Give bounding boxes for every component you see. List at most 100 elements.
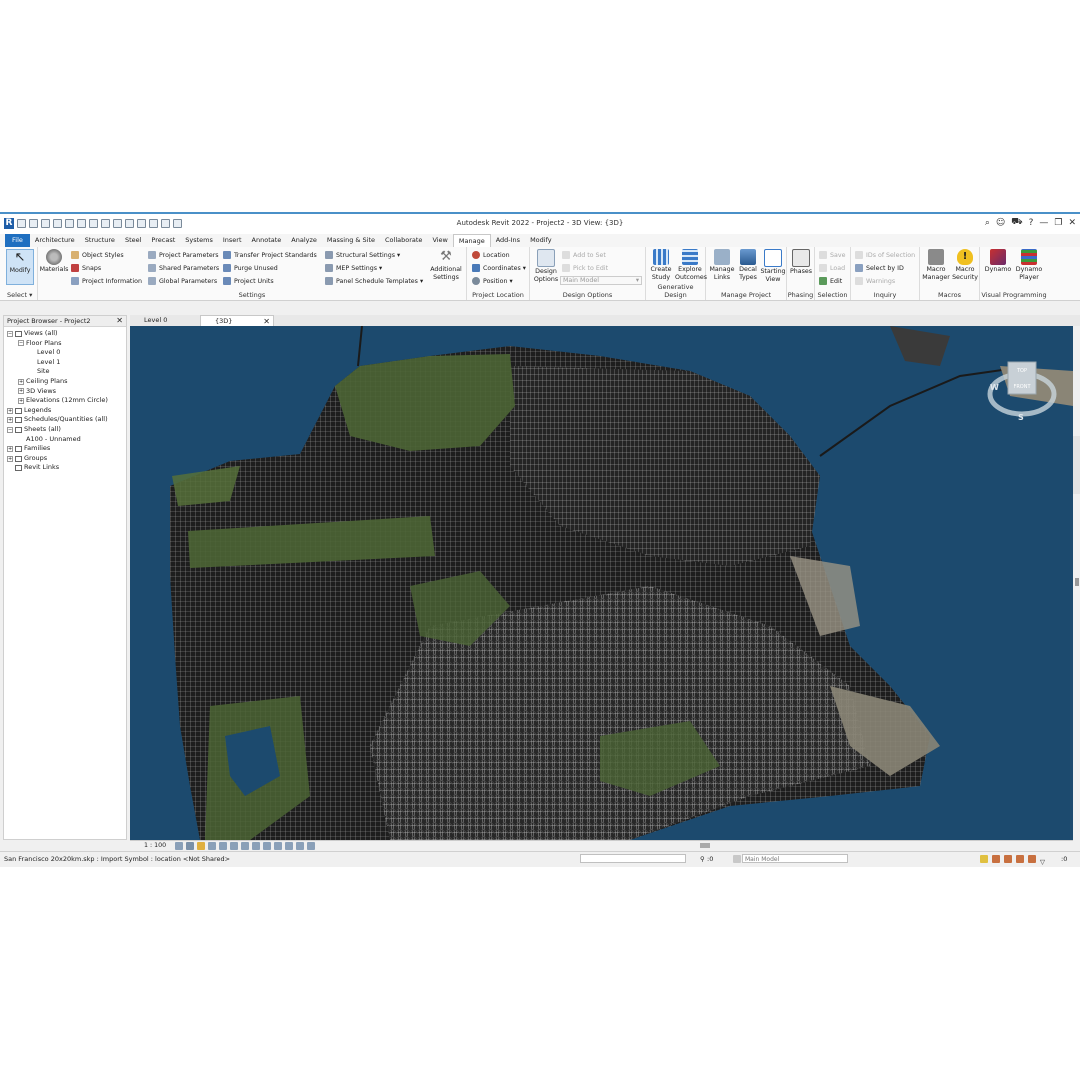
- render-icon[interactable]: [219, 842, 227, 850]
- additional-settings-button[interactable]: ⚒ Additional Settings: [428, 249, 464, 282]
- warnings-button[interactable]: Warnings: [855, 277, 895, 285]
- project-parameters-button[interactable]: Project Parameters: [148, 251, 219, 259]
- tab-collaborate[interactable]: Collaborate: [380, 234, 427, 247]
- tab-architecture[interactable]: Architecture: [30, 234, 80, 247]
- shared-parameters-button[interactable]: Shared Parameters: [148, 264, 219, 272]
- select-underlay-icon[interactable]: [992, 855, 1000, 863]
- filter-icon[interactable]: ▽: [1040, 855, 1045, 869]
- macro-security-button[interactable]: ! Macro Security: [951, 249, 979, 282]
- tree-item[interactable]: − Floor Plans: [4, 339, 126, 349]
- minimize-icon[interactable]: —: [1039, 218, 1048, 228]
- select-by-face-icon[interactable]: [1016, 855, 1024, 863]
- ids-of-selection-button[interactable]: IDs of Selection: [855, 251, 915, 259]
- panel-schedule-templates-button[interactable]: Panel Schedule Templates ▾: [325, 277, 423, 285]
- reveal-hidden-icon[interactable]: [274, 842, 282, 850]
- tab-systems[interactable]: Systems: [180, 234, 218, 247]
- view-scale[interactable]: 1 : 100: [144, 841, 166, 851]
- location-button[interactable]: Location: [472, 251, 510, 259]
- drag-elements-icon[interactable]: [1028, 855, 1036, 863]
- global-parameters-button[interactable]: Global Parameters: [148, 277, 217, 285]
- tree-item[interactable]: Level 1: [4, 358, 126, 368]
- sun-path-icon[interactable]: [197, 842, 205, 850]
- select-by-id-button[interactable]: Select by ID: [855, 264, 904, 272]
- tab-precast[interactable]: Precast: [146, 234, 180, 247]
- tree-item[interactable]: A100 - Unnamed: [4, 435, 126, 445]
- select-pinned-icon[interactable]: [1004, 855, 1012, 863]
- help-icon[interactable]: ?: [1029, 218, 1034, 228]
- tab-analyze[interactable]: Analyze: [286, 234, 322, 247]
- dynamo-button[interactable]: Dynamo: [983, 249, 1013, 274]
- collapse-icon[interactable]: −: [7, 426, 13, 433]
- position-button[interactable]: Position ▾: [472, 277, 513, 285]
- close-icon[interactable]: ✕: [1068, 218, 1076, 228]
- expand-icon[interactable]: +: [7, 417, 13, 424]
- expand-icon[interactable]: +: [18, 397, 24, 404]
- tab-structure[interactable]: Structure: [80, 234, 120, 247]
- crop-view-icon[interactable]: [230, 842, 238, 850]
- expand-icon[interactable]: +: [7, 445, 13, 452]
- horizontal-scroll-thumb[interactable]: [700, 843, 710, 848]
- highlight-displacement-icon[interactable]: [296, 842, 304, 850]
- materials-button[interactable]: Materials: [39, 249, 69, 274]
- tab-view[interactable]: View: [427, 234, 452, 247]
- tree-item[interactable]: + Legends: [4, 406, 126, 416]
- temp-hide-icon[interactable]: [263, 842, 271, 850]
- tree-item[interactable]: + Elevations (12mm Circle): [4, 396, 126, 406]
- object-styles-button[interactable]: Object Styles: [71, 251, 124, 259]
- expand-icon[interactable]: +: [7, 455, 13, 462]
- modify-button[interactable]: ↖ Modify: [6, 249, 34, 285]
- phases-button[interactable]: Phases: [788, 249, 814, 276]
- tree-item[interactable]: + Ceiling Plans: [4, 377, 126, 387]
- snaps-button[interactable]: Snaps: [71, 264, 101, 272]
- tree-item[interactable]: − Views (all): [4, 329, 126, 339]
- add-to-set-button[interactable]: Add to Set: [562, 251, 606, 259]
- tab-massing-site[interactable]: Massing & Site: [322, 234, 380, 247]
- user-icon[interactable]: ☺: [996, 218, 1005, 228]
- workset-icon[interactable]: [568, 852, 576, 860]
- shadows-icon[interactable]: [208, 842, 216, 850]
- reveal-constraints-icon[interactable]: [307, 842, 315, 850]
- tab-add-ins[interactable]: Add-Ins: [491, 234, 525, 247]
- collapse-icon[interactable]: −: [7, 330, 13, 337]
- tree-item[interactable]: Site: [4, 367, 126, 377]
- starting-view-button[interactable]: Starting View: [760, 249, 786, 284]
- show-crop-icon[interactable]: [241, 842, 249, 850]
- restore-icon[interactable]: ❐: [1054, 218, 1062, 228]
- expand-icon[interactable]: +: [18, 378, 24, 385]
- tab-annotate[interactable]: Annotate: [247, 234, 287, 247]
- vertical-scroll-thumb[interactable]: [1075, 578, 1079, 586]
- tree-item[interactable]: + Groups: [4, 454, 126, 464]
- detail-level-icon[interactable]: [175, 842, 183, 850]
- expand-icon[interactable]: +: [18, 388, 24, 395]
- load-selection-button[interactable]: Load: [819, 264, 845, 272]
- expand-icon[interactable]: +: [7, 407, 13, 414]
- tab-insert[interactable]: Insert: [218, 234, 247, 247]
- view-tab-level-0[interactable]: Level 0: [130, 315, 200, 326]
- manage-links-button[interactable]: Manage Links: [708, 249, 736, 282]
- coordinates-button[interactable]: Coordinates ▾: [472, 264, 526, 272]
- pick-to-edit-button[interactable]: Pick to Edit: [562, 264, 608, 272]
- design-option-select[interactable]: Main Model ▾: [560, 276, 642, 285]
- tab-manage[interactable]: Manage: [452, 233, 491, 248]
- tree-item[interactable]: − Sheets (all): [4, 425, 126, 435]
- tree-item[interactable]: + Families: [4, 444, 126, 454]
- tab-steel[interactable]: Steel: [120, 234, 146, 247]
- view-tab-3d[interactable]: {3D} ✕: [200, 315, 274, 326]
- close-icon[interactable]: ✕: [116, 316, 123, 326]
- select-panel-label[interactable]: Select ▾: [7, 291, 37, 299]
- visual-style-icon[interactable]: [186, 842, 194, 850]
- design-options-button[interactable]: Design Options: [532, 249, 560, 284]
- steering-wheel-icon[interactable]: [1073, 436, 1080, 494]
- tab-modify[interactable]: Modify: [525, 234, 557, 247]
- purge-unused-button[interactable]: Purge Unused: [223, 264, 278, 272]
- tab-file[interactable]: File: [5, 234, 30, 247]
- tree-item[interactable]: Level 0: [4, 348, 126, 358]
- select-links-icon[interactable]: [980, 855, 988, 863]
- dynamo-player-button[interactable]: Dynamo Player: [1014, 249, 1044, 282]
- search-icon[interactable]: ⌕: [985, 218, 990, 228]
- lock-3d-icon[interactable]: [252, 842, 260, 850]
- status-design-option-field[interactable]: Main Model: [742, 854, 848, 863]
- tree-item[interactable]: Revit Links: [4, 463, 126, 473]
- tree-item[interactable]: + Schedules/Quantities (all): [4, 415, 126, 425]
- macro-manager-button[interactable]: Macro Manager: [922, 249, 950, 282]
